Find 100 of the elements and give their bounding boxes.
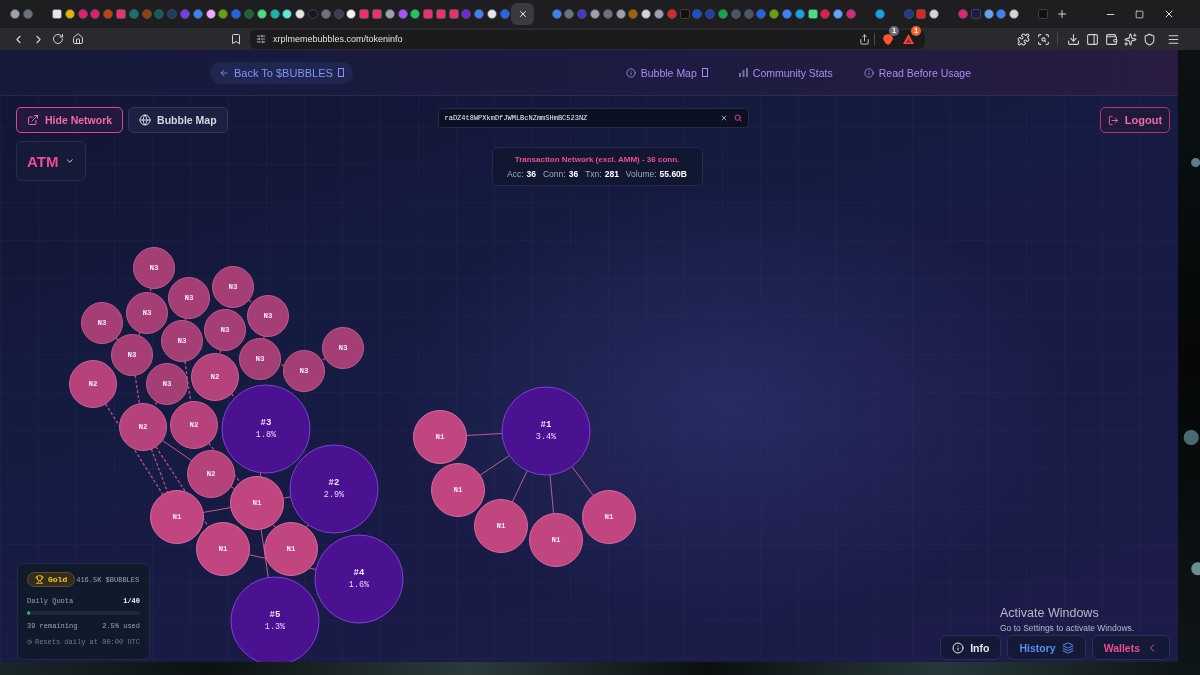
wallet-bubble[interactable] xyxy=(146,363,188,405)
wallet-bubble[interactable] xyxy=(170,401,218,449)
sidebar-icon[interactable] xyxy=(1086,32,1099,46)
back-link[interactable]: Back To $BUBBLES xyxy=(210,61,353,84)
wallet-bubble[interactable] xyxy=(126,292,168,334)
share-icon[interactable] xyxy=(859,33,870,45)
wallets-button[interactable]: Wallets xyxy=(1091,635,1170,660)
holder-bubble[interactable] xyxy=(221,384,311,474)
favicon-icon[interactable] xyxy=(52,9,62,19)
shield-icon[interactable] xyxy=(1143,32,1156,46)
wallet-bubble[interactable] xyxy=(230,476,284,530)
favicon-icon[interactable] xyxy=(256,9,267,19)
wallet-icon[interactable] xyxy=(1105,32,1118,46)
clear-icon[interactable] xyxy=(719,114,728,122)
holder-bubble[interactable] xyxy=(289,444,379,534)
home-icon[interactable] xyxy=(72,33,84,45)
connection-line xyxy=(320,357,327,362)
reload-icon[interactable] xyxy=(52,33,64,45)
holder-bubble[interactable] xyxy=(501,386,591,476)
favicon-icon[interactable] xyxy=(983,9,994,19)
logout-button[interactable]: Logout xyxy=(1100,107,1170,133)
shield-icon[interactable] xyxy=(883,33,893,45)
favicon-icon[interactable] xyxy=(807,9,818,19)
favicon-icon[interactable] xyxy=(833,9,844,19)
scan-icon[interactable] xyxy=(1036,32,1050,46)
wallet-bubble[interactable] xyxy=(431,463,485,517)
connection-line xyxy=(282,496,292,499)
history-button[interactable]: History xyxy=(1007,635,1086,660)
nav-link[interactable]: Community Stats xyxy=(738,66,833,79)
download-icon[interactable] xyxy=(1067,32,1080,46)
wallet-bubble[interactable] xyxy=(191,353,239,401)
hide-network-button[interactable]: Hide Network xyxy=(16,107,124,133)
wallet-bubble[interactable] xyxy=(212,266,254,308)
favicon-icon[interactable] xyxy=(929,9,940,19)
favicon-icon[interactable] xyxy=(874,9,885,19)
wallet-bubble[interactable] xyxy=(474,499,528,553)
wallet-bubble[interactable] xyxy=(582,490,636,544)
triangle-icon[interactable] xyxy=(902,34,914,44)
favicon-icon[interactable] xyxy=(615,9,626,19)
info-icon xyxy=(863,67,874,78)
token-dropdown[interactable]: ATM xyxy=(16,141,86,181)
nav-link[interactable]: Bubble Map xyxy=(625,66,708,79)
holder-bubble[interactable] xyxy=(230,576,320,662)
wallet-bubble[interactable] xyxy=(187,450,235,498)
share-label: 1.3% xyxy=(264,622,286,632)
close-icon[interactable] xyxy=(517,9,528,19)
favicon-icon[interactable] xyxy=(295,9,306,19)
favicon-icon[interactable] xyxy=(641,9,652,19)
favicon-icon[interactable] xyxy=(654,9,665,19)
sliders-icon[interactable] xyxy=(256,34,266,44)
rank-label: #4 xyxy=(353,568,365,578)
wallet-bubble[interactable] xyxy=(168,277,210,319)
favicon-icon[interactable] xyxy=(384,9,395,19)
favicon-icon[interactable] xyxy=(269,9,280,19)
wallet-bubble[interactable] xyxy=(150,490,204,544)
favicon-icon[interactable] xyxy=(1009,9,1020,19)
favicon-icon[interactable] xyxy=(10,9,21,19)
favicon-icon[interactable] xyxy=(346,9,357,19)
favicon-icon[interactable] xyxy=(590,9,601,19)
active-tab[interactable] xyxy=(511,3,535,25)
wallet-bubble[interactable] xyxy=(413,410,467,464)
wallet-bubble[interactable] xyxy=(196,522,250,576)
connection-line xyxy=(230,393,236,399)
maximize-icon[interactable] xyxy=(1135,9,1144,19)
wallet-bubble[interactable] xyxy=(239,338,281,380)
search-icon[interactable] xyxy=(733,114,742,122)
info-button[interactable]: Info xyxy=(940,635,1002,660)
favicon-icon[interactable] xyxy=(487,9,498,19)
wallet-bubble[interactable] xyxy=(119,403,167,451)
wallet-bubble[interactable] xyxy=(133,247,175,289)
favicon-icon[interactable] xyxy=(205,9,216,19)
bookmark-icon[interactable] xyxy=(230,33,242,45)
wallet-bubble[interactable] xyxy=(283,350,325,392)
wallet-bubble[interactable] xyxy=(111,334,153,376)
wallet-bubble[interactable] xyxy=(204,309,246,351)
trophy-icon xyxy=(35,575,44,584)
connection-line xyxy=(184,317,187,322)
wallet-bubble[interactable] xyxy=(529,513,583,567)
favicon-icon[interactable] xyxy=(794,9,805,19)
favicon-icon[interactable] xyxy=(410,9,421,19)
extensions-icon[interactable] xyxy=(1016,32,1030,46)
sparkle-icon[interactable] xyxy=(1124,32,1137,46)
favicon-icon[interactable] xyxy=(282,9,293,19)
url-field[interactable]: xrplmemebubbles.com/tokeninfo xyxy=(273,34,859,44)
wallet-bubble[interactable] xyxy=(161,320,203,362)
activation-text: Go to Settings to activate Windows. xyxy=(1000,623,1135,633)
wallet-bubble[interactable] xyxy=(69,360,117,408)
favicon-icon[interactable] xyxy=(64,9,75,19)
menu-icon[interactable] xyxy=(1166,32,1180,46)
globe-icon xyxy=(139,114,152,126)
bubble-map-button[interactable]: Bubble Map xyxy=(128,107,228,133)
wallet-bubble[interactable] xyxy=(322,327,364,369)
wallet-bubble[interactable] xyxy=(247,295,289,337)
nav-link[interactable]: Read Before Usage xyxy=(863,66,971,79)
stat-label: Conn: xyxy=(543,168,566,179)
holder-bubble[interactable] xyxy=(314,534,404,624)
plus-icon[interactable] xyxy=(1056,8,1069,20)
network-title: Transaction Network (excl. AMM) - 36 conn. xyxy=(514,154,680,164)
wallet-bubble[interactable] xyxy=(264,522,318,576)
wallet-bubble[interactable] xyxy=(81,302,123,344)
